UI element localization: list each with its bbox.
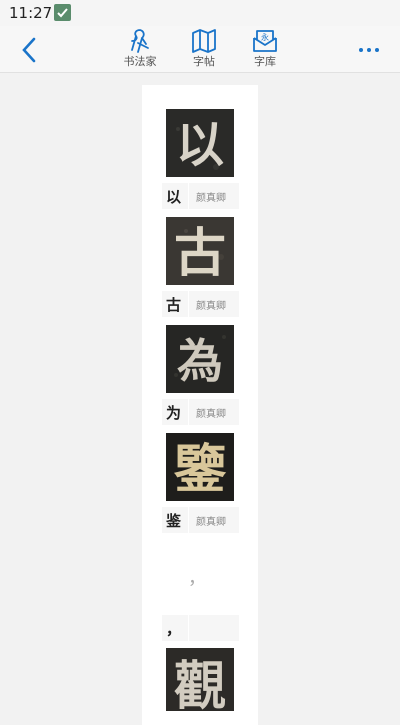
punctuation-placeholder: ，	[188, 568, 206, 589]
caption-row-2: 古 颜真卿	[162, 291, 239, 317]
glyph-tile-6[interactable]: 觀	[166, 648, 234, 711]
caption-char: 以	[166, 188, 182, 206]
caption-author: 颜真卿	[196, 409, 226, 420]
punctuation-tile[interactable]: ，	[162, 536, 239, 614]
more-dot-icon	[367, 48, 371, 52]
top-nav-bar: 书法家 字帖 永 字库	[0, 26, 400, 73]
nav-calligrapher-button[interactable]: 书法家	[114, 28, 166, 70]
back-button[interactable]	[16, 36, 44, 64]
status-time: 11:27	[9, 4, 53, 22]
nav-font-library-button[interactable]: 永 字库	[239, 28, 291, 70]
glyph-tile-text: 為	[177, 334, 223, 388]
caption-author: 颜真卿	[196, 301, 226, 312]
glyph-tile-4[interactable]: 鑒	[166, 433, 234, 501]
calligrapher-icon	[131, 29, 149, 53]
caption-divider	[188, 615, 189, 641]
glyph-tile-1[interactable]: 以	[166, 109, 234, 177]
caption-row-4: 鉴 颜真卿	[162, 507, 239, 533]
nav-font-library-label: 字库	[254, 55, 276, 68]
glyph-tile-text: 鑒	[173, 439, 227, 500]
check-notification-icon	[54, 4, 71, 21]
caption-char: ，	[166, 620, 182, 638]
chevron-left-icon	[22, 37, 36, 63]
glyph-tile-2[interactable]: 古	[166, 217, 234, 285]
more-dot-icon	[375, 48, 379, 52]
more-dot-icon	[359, 48, 363, 52]
caption-divider	[188, 399, 189, 425]
caption-divider	[188, 291, 189, 317]
glyph-tile-text: 古	[174, 223, 226, 284]
caption-author: 颜真卿	[196, 517, 226, 528]
caption-char: 鉴	[166, 512, 182, 530]
caption-author: 颜真卿	[196, 193, 226, 204]
svg-text:永: 永	[261, 32, 269, 42]
nav-calligrapher-label: 书法家	[123, 55, 157, 68]
caption-row-5: ，	[162, 615, 239, 641]
caption-char: 为	[166, 404, 182, 422]
glyph-tile-3[interactable]: 為	[166, 325, 234, 393]
copybook-icon	[192, 29, 216, 53]
nav-copybook-label: 字帖	[193, 55, 215, 68]
caption-row-3: 为 颜真卿	[162, 399, 239, 425]
font-library-icon: 永	[253, 30, 277, 52]
status-bar: 11:27	[0, 0, 400, 26]
glyph-tile-text: 觀	[174, 656, 226, 711]
more-menu-button[interactable]	[356, 40, 382, 60]
caption-row-1: 以 颜真卿	[162, 183, 239, 209]
nav-copybook-button[interactable]: 字帖	[178, 28, 230, 70]
caption-divider	[188, 507, 189, 533]
caption-divider	[188, 183, 189, 209]
glyph-tile-text: 以	[176, 117, 224, 173]
caption-char: 古	[166, 296, 182, 314]
